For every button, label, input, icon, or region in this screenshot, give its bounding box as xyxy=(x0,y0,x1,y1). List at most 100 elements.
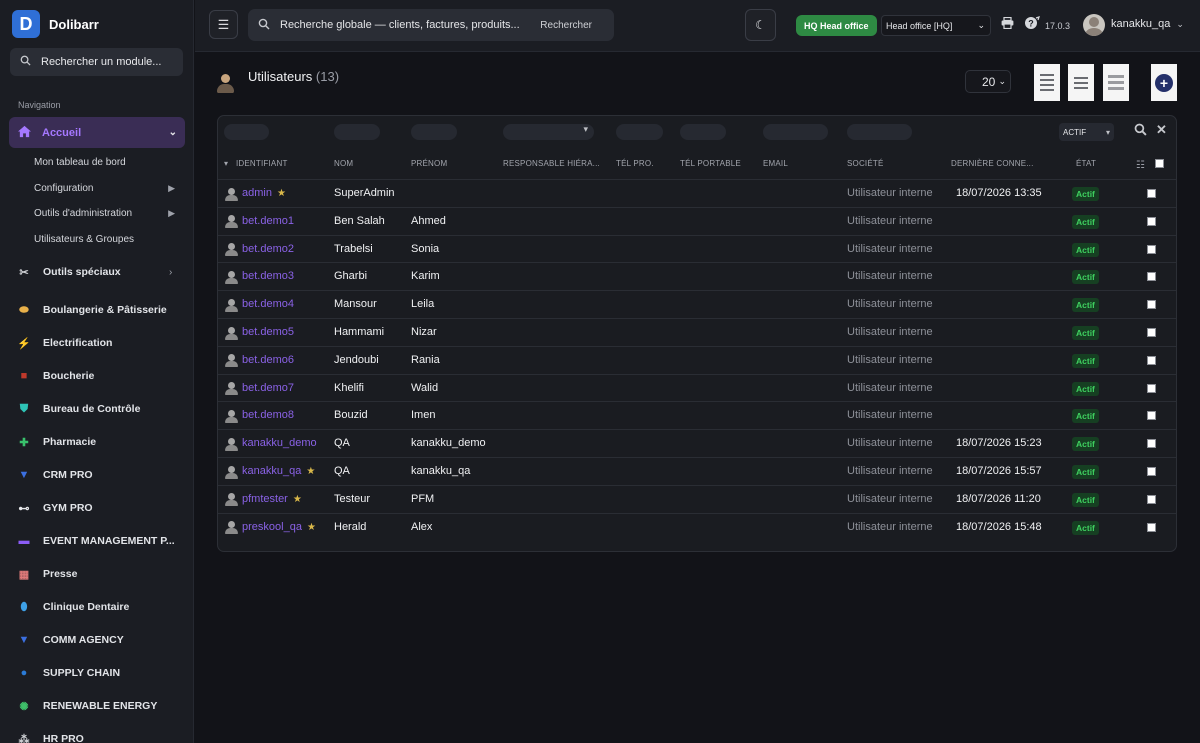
column-selector-icon[interactable]: ☷ xyxy=(1136,160,1145,171)
column-header[interactable]: SOCIÉTÉ xyxy=(847,159,884,168)
row-checkbox[interactable] xyxy=(1147,467,1156,476)
table-row[interactable]: bet.demo1 Ben Salah Ahmed Utilisateur inter… xyxy=(218,206,1176,235)
table-row[interactable]: bet.demo4 Mansour Leila Utilisateur interne… xyxy=(218,290,1176,318)
user-login-link[interactable]: kanakku_qa ★ xyxy=(225,458,315,485)
table-row[interactable]: preskool_qa ★ Herald Alex Utilisateur intern… xyxy=(218,512,1176,541)
filter-tel-portable[interactable] xyxy=(680,124,726,140)
column-header[interactable]: DERNIÈRE CONNE... xyxy=(951,159,1034,168)
sidebar-module-item[interactable]: ✂ Outils spéciaux › xyxy=(17,265,172,279)
user-login-link[interactable]: bet.demo4 xyxy=(225,291,294,318)
filter-prenom[interactable] xyxy=(411,124,457,140)
row-checkbox[interactable] xyxy=(1147,272,1156,282)
table-row[interactable]: pfmtester ★ Testeur PFM Utilisateur interne 1… xyxy=(218,484,1176,513)
table-row[interactable]: bet.demo5 Hammami Nizar Utilisateur interne… xyxy=(218,318,1176,346)
filter-email[interactable] xyxy=(763,124,828,140)
sidebar-module-item[interactable]: ⊷ GYM PRO xyxy=(17,501,93,515)
sidebar-module-item[interactable]: ✺ RENEWABLE ENERGY xyxy=(17,699,157,713)
row-checkbox[interactable] xyxy=(1147,494,1156,504)
sidebar-module-item[interactable]: ▬ EVENT MANAGEMENT P... xyxy=(17,534,175,548)
sidebar-module-item[interactable]: ⛊ Bureau de Contrôle xyxy=(17,402,141,416)
column-header[interactable]: TÉL PORTABLE xyxy=(680,159,741,168)
column-header[interactable]: PRÉNOM xyxy=(411,159,447,168)
user-login-link[interactable]: bet.demo7 xyxy=(225,375,294,402)
row-checkbox[interactable] xyxy=(1147,522,1156,532)
filter-tel-pro[interactable] xyxy=(616,124,663,140)
grid-line-icon xyxy=(1108,75,1124,78)
sort-desc-icon[interactable]: ▾ xyxy=(224,159,228,168)
column-header[interactable]: NOM xyxy=(334,159,353,168)
table-row[interactable]: bet.demo2 Trabelsi Sonia Utilisateur intern… xyxy=(218,234,1176,263)
filter-status-select[interactable]: ACTIF ▾ xyxy=(1059,123,1114,141)
module-search-input[interactable]: Rechercher un module... xyxy=(10,48,183,76)
column-header[interactable]: RESPONSABLE HIÉRA... xyxy=(503,159,600,168)
sidebar-subitem[interactable]: Configuration ▶ xyxy=(34,183,179,194)
row-checkbox[interactable] xyxy=(1147,300,1156,310)
help-icon[interactable]: ? xyxy=(1024,16,1040,33)
user-login-link[interactable]: bet.demo6 xyxy=(225,347,294,374)
clear-filter-icon[interactable]: ✕ xyxy=(1156,122,1167,138)
sidebar-subitem[interactable]: Mon tableau de bord xyxy=(34,157,179,168)
menu-toggle-button[interactable]: ☰ xyxy=(209,10,238,39)
column-header[interactable]: TÉL PRO. xyxy=(616,159,654,168)
user-login-link[interactable]: bet.demo3 xyxy=(225,263,294,290)
table-row[interactable]: bet.demo6 Jendoubi Rania Utilisateur intern… xyxy=(218,345,1176,374)
sidebar-module-item[interactable]: ⬮ Clinique Dentaire xyxy=(17,600,130,614)
print-icon[interactable] xyxy=(1001,16,1014,32)
filter-login[interactable] xyxy=(224,124,269,140)
sidebar-module-item[interactable]: ▦ Presse xyxy=(17,567,78,581)
row-checkbox[interactable] xyxy=(1147,216,1156,226)
list-view-button[interactable] xyxy=(1034,64,1060,101)
search-button[interactable]: Rechercher xyxy=(540,20,592,31)
entity-select[interactable]: Head office [HQ] ⌄ xyxy=(881,15,991,36)
row-checkbox[interactable] xyxy=(1147,189,1156,198)
column-header[interactable]: EMAIL xyxy=(763,159,788,168)
sidebar-subitem[interactable]: Utilisateurs & Groupes xyxy=(34,234,179,245)
per-page-select[interactable]: 20 ⌄ xyxy=(965,70,1011,93)
user-login-link[interactable]: preskool_qa ★ xyxy=(225,514,316,541)
column-header[interactable]: IDENTIFIANT xyxy=(236,159,288,168)
search-icon[interactable] xyxy=(1134,123,1147,139)
sidebar-module-item[interactable]: ● SUPPLY CHAIN xyxy=(17,666,120,680)
hierarchy-view-button[interactable] xyxy=(1068,64,1094,101)
row-checkbox[interactable] xyxy=(1147,355,1156,365)
sidebar-item-accueil[interactable]: Accueil ⌄ xyxy=(9,117,185,148)
entity-badge[interactable]: HQ Head office xyxy=(796,15,877,36)
table-row[interactable]: kanakku_demo QA kanakku_demo Utilisateur in… xyxy=(218,429,1176,457)
user-login-link[interactable]: bet.demo1 xyxy=(225,208,294,235)
add-user-button[interactable]: + xyxy=(1151,64,1177,101)
select-all-checkbox[interactable] xyxy=(1155,159,1164,168)
filter-nom[interactable] xyxy=(334,124,380,140)
user-login-link[interactable]: bet.demo2 xyxy=(225,236,294,263)
row-checkbox[interactable] xyxy=(1147,411,1156,421)
user-login-link[interactable]: kanakku_demo xyxy=(225,430,317,457)
row-checkbox[interactable] xyxy=(1147,383,1156,393)
user-login-link[interactable]: admin ★ xyxy=(225,180,286,207)
column-header[interactable]: ÉTAT xyxy=(1076,159,1096,168)
table-row[interactable]: admin ★ SuperAdmin Utilisateur interne 18/07… xyxy=(218,179,1176,207)
sidebar-module-item[interactable]: ▼ COMM AGENCY xyxy=(17,633,124,647)
table-row[interactable]: bet.demo3 Gharbi Karim Utilisateur interne A… xyxy=(218,262,1176,290)
kanban-view-button[interactable] xyxy=(1103,64,1129,101)
user-login-link[interactable]: pfmtester ★ xyxy=(225,486,302,513)
dark-mode-toggle[interactable]: ☾ xyxy=(745,9,776,41)
row-checkbox[interactable] xyxy=(1147,439,1156,449)
user-login-link[interactable]: bet.demo8 xyxy=(225,402,294,429)
row-checkbox[interactable] xyxy=(1147,328,1156,337)
sidebar-module-item[interactable]: ■ Boucherie xyxy=(17,369,95,383)
table-row[interactable]: bet.demo8 Bouzid Imen Utilisateur interne Ac… xyxy=(218,401,1176,429)
table-row[interactable]: bet.demo7 Khelifi Walid Utilisateur interne… xyxy=(218,373,1176,402)
global-search-input[interactable]: Recherche globale — clients, factures, p… xyxy=(248,9,614,41)
brand[interactable]: D Dolibarr xyxy=(12,10,99,38)
sidebar-module-item[interactable]: ✚ Pharmacie xyxy=(17,435,96,449)
sidebar-module-item[interactable]: ⁂ HR PRO xyxy=(17,732,84,743)
user-menu[interactable]: kanakku_qa ⌄ xyxy=(1083,14,1184,41)
sidebar-module-item[interactable]: ▼ CRM PRO xyxy=(17,468,93,482)
sidebar-module-item[interactable]: ⚡ Electrification xyxy=(17,336,112,350)
user-login-link[interactable]: bet.demo5 xyxy=(225,319,294,346)
sidebar-subitem[interactable]: Outils d'administration ▶ xyxy=(34,208,179,219)
filter-responsable[interactable] xyxy=(503,124,594,140)
sidebar-module-item[interactable]: ⬬ Boulangerie & Pâtisserie xyxy=(17,303,166,317)
row-checkbox[interactable] xyxy=(1147,244,1156,254)
table-row[interactable]: kanakku_qa ★ QA kanakku_qa Utilisateur inter… xyxy=(218,457,1176,485)
filter-societe[interactable] xyxy=(847,124,912,140)
